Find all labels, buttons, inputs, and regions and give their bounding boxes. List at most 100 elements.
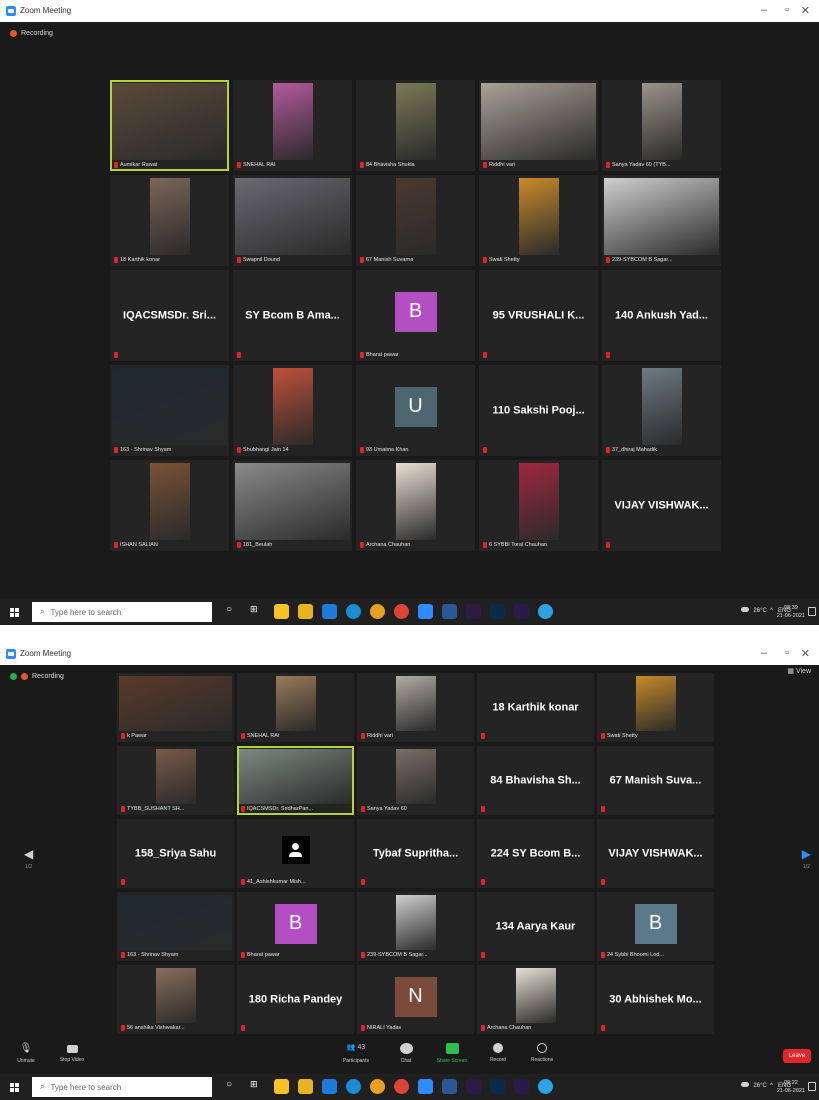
participant-tile[interactable]: Swati Shetty xyxy=(479,175,598,266)
view-button[interactable]: ▦ View xyxy=(787,667,811,675)
participant-tile[interactable]: B Bharat pawar xyxy=(237,892,354,961)
file-explorer-icon[interactable] xyxy=(298,1079,313,1094)
participant-tile[interactable]: 84 Bhavisha Sh... xyxy=(477,746,594,815)
file-explorer-icon[interactable] xyxy=(298,604,313,619)
photoshop-icon[interactable] xyxy=(490,1079,505,1094)
premiere-icon[interactable] xyxy=(466,604,481,619)
participant-tile[interactable]: 163 - Shrinav Shyam xyxy=(117,892,234,961)
chrome-icon[interactable] xyxy=(394,1079,409,1094)
participant-tile[interactable]: ISHAN SALIAN xyxy=(110,460,229,551)
taskbar-clock[interactable]: 09:22 21-06-2021 xyxy=(777,1079,805,1095)
maximize-button[interactable]: ▫ xyxy=(785,647,789,659)
edge-icon[interactable] xyxy=(346,1079,361,1094)
participant-tile[interactable]: TYBB_SUSHANT SH... xyxy=(117,746,234,815)
participant-tile[interactable]: 224 SY Bcom B... xyxy=(477,819,594,888)
participant-tile[interactable]: Archana Chauhan xyxy=(477,965,594,1034)
participant-tile[interactable]: 67 Manish Suvarna xyxy=(356,175,475,266)
minimize-button[interactable]: – xyxy=(761,4,767,16)
participant-tile[interactable]: 37_dhiraj Mahadik xyxy=(602,365,721,456)
zoom-app-icon[interactable] xyxy=(418,1079,433,1094)
participant-tile[interactable]: IQACSMSDr. SridharPan... xyxy=(237,746,354,815)
close-button[interactable]: ✕ xyxy=(801,647,810,660)
participant-tile[interactable]: k Pawar xyxy=(117,673,234,742)
task-view-icon[interactable]: ⊞ xyxy=(250,604,265,619)
record-button[interactable]: Record xyxy=(478,1043,518,1063)
after-effects-icon[interactable] xyxy=(514,1079,529,1094)
sticky-notes-icon[interactable] xyxy=(274,1079,289,1094)
stop-video-button[interactable]: Stop Video xyxy=(52,1043,92,1063)
photoshop-icon[interactable] xyxy=(490,604,505,619)
leave-button[interactable]: Leave xyxy=(783,1049,811,1063)
participant-tile[interactable]: 84 Bhavisha Shukla xyxy=(356,80,475,171)
chat-button[interactable]: Chat xyxy=(386,1043,426,1064)
participant-tile[interactable]: 18 Karthik konar xyxy=(110,175,229,266)
mail-icon[interactable] xyxy=(322,1079,337,1094)
chrome-icon[interactable] xyxy=(394,604,409,619)
participant-tile[interactable]: SY Bcom B Ama... xyxy=(233,270,352,361)
notification-icon[interactable] xyxy=(808,607,816,616)
task-view-icon[interactable]: ⊞ xyxy=(250,1079,265,1094)
participant-tile[interactable]: 140 Ankush Yad... xyxy=(602,270,721,361)
participant-tile[interactable]: VIJAY VISHWAK... xyxy=(602,460,721,551)
windows-start-icon[interactable] xyxy=(10,1083,19,1092)
minimize-button[interactable]: – xyxy=(761,647,767,659)
close-button[interactable]: ✕ xyxy=(801,4,810,17)
recording-indicator[interactable]: Recording xyxy=(10,26,53,40)
participant-tile[interactable]: Riddhi vari xyxy=(357,673,474,742)
word-icon[interactable] xyxy=(442,604,457,619)
participant-tile[interactable]: Archana Chauhan xyxy=(356,460,475,551)
participant-tile[interactable]: 67 Manish Suva... xyxy=(597,746,714,815)
participant-tile[interactable]: VIJAY VISHWAK... xyxy=(597,819,714,888)
participant-tile[interactable]: 180 Richa Pandey xyxy=(237,965,354,1034)
premiere-icon[interactable] xyxy=(466,1079,481,1094)
participant-tile[interactable]: Shubhangi Jain 14 xyxy=(233,365,352,456)
participant-tile[interactable]: Aumikar Rawat xyxy=(110,80,229,171)
participant-tile[interactable]: 110 Sakshi Pooj... xyxy=(479,365,598,456)
participant-tile[interactable]: 30 Abhishek Mo... xyxy=(597,965,714,1034)
firefox-icon[interactable] xyxy=(370,1079,385,1094)
participant-tile[interactable]: N NIRALI Yadav xyxy=(357,965,474,1034)
participant-tile[interactable]: 56 anshika Vishwakar... xyxy=(117,965,234,1034)
security-shield-icon[interactable] xyxy=(10,672,17,680)
unmute-button[interactable]: 🎙 Unmute xyxy=(6,1043,46,1064)
participant-tile[interactable]: Swati Shetty xyxy=(597,673,714,742)
telegram-icon[interactable] xyxy=(538,1079,553,1094)
participant-tile[interactable]: 181_Beulah xyxy=(233,460,352,551)
sticky-notes-icon[interactable] xyxy=(274,604,289,619)
participant-tile[interactable]: 134 Aarya Kaur xyxy=(477,892,594,961)
participant-tile[interactable]: 95 VRUSHALI K... xyxy=(479,270,598,361)
participant-tile[interactable]: 239-SYBCOM B Sagar... xyxy=(602,175,721,266)
participant-tile[interactable]: IQACSMSDr. Sri... xyxy=(110,270,229,361)
participant-tile[interactable]: Tybaf Supritha... xyxy=(357,819,474,888)
taskbar-search-input[interactable]: ⌕ Type here to search xyxy=(32,602,212,622)
reactions-button[interactable]: Reactions xyxy=(522,1043,562,1063)
taskbar-clock[interactable]: 08:39 21-06-2021 xyxy=(777,604,805,620)
participant-tile[interactable]: 158_Sriya Sahu xyxy=(117,819,234,888)
firefox-icon[interactable] xyxy=(370,604,385,619)
participant-tile[interactable]: Swapnil Dound xyxy=(233,175,352,266)
participant-tile[interactable]: B 24 Sybbi Bhoomi Lod... xyxy=(597,892,714,961)
participant-tile[interactable]: 18 Karthik konar xyxy=(477,673,594,742)
participant-tile[interactable]: U 93 Umaima Khan xyxy=(356,365,475,456)
previous-page-button[interactable]: ◀ 1/2 xyxy=(24,847,33,870)
windows-start-icon[interactable] xyxy=(10,608,19,617)
participants-button[interactable]: 👥 43 Participants xyxy=(336,1043,376,1064)
participant-tile[interactable]: SNEHAL RAI xyxy=(237,673,354,742)
after-effects-icon[interactable] xyxy=(514,604,529,619)
participant-tile[interactable]: 163 - Shrinav Shyam xyxy=(110,365,229,456)
participant-tile[interactable]: 41_Ashishkumar Mish... xyxy=(237,819,354,888)
participant-tile[interactable]: Sanya Yadav 60 (TYB... xyxy=(602,80,721,171)
maximize-button[interactable]: ▫ xyxy=(785,4,789,16)
taskbar-search-input[interactable]: ⌕ Type here to search xyxy=(32,1077,212,1097)
share-screen-button[interactable]: Share Screen xyxy=(432,1043,472,1064)
cortana-icon[interactable]: ○ xyxy=(226,1079,241,1094)
participant-tile[interactable]: 239-SYBCOM B Sagar... xyxy=(357,892,474,961)
cortana-icon[interactable]: ○ xyxy=(226,604,241,619)
zoom-app-icon[interactable] xyxy=(418,604,433,619)
participant-tile[interactable]: Sanya Yadav 60 xyxy=(357,746,474,815)
recording-indicator[interactable]: Recording xyxy=(10,669,64,683)
participant-tile[interactable]: 6 SYBBI Toral Chauhan xyxy=(479,460,598,551)
next-page-button[interactable]: ▶ 1/2 xyxy=(802,847,811,870)
participant-tile[interactable]: SNEHAL RAI xyxy=(233,80,352,171)
participant-tile[interactable]: B Bharat pawar xyxy=(356,270,475,361)
